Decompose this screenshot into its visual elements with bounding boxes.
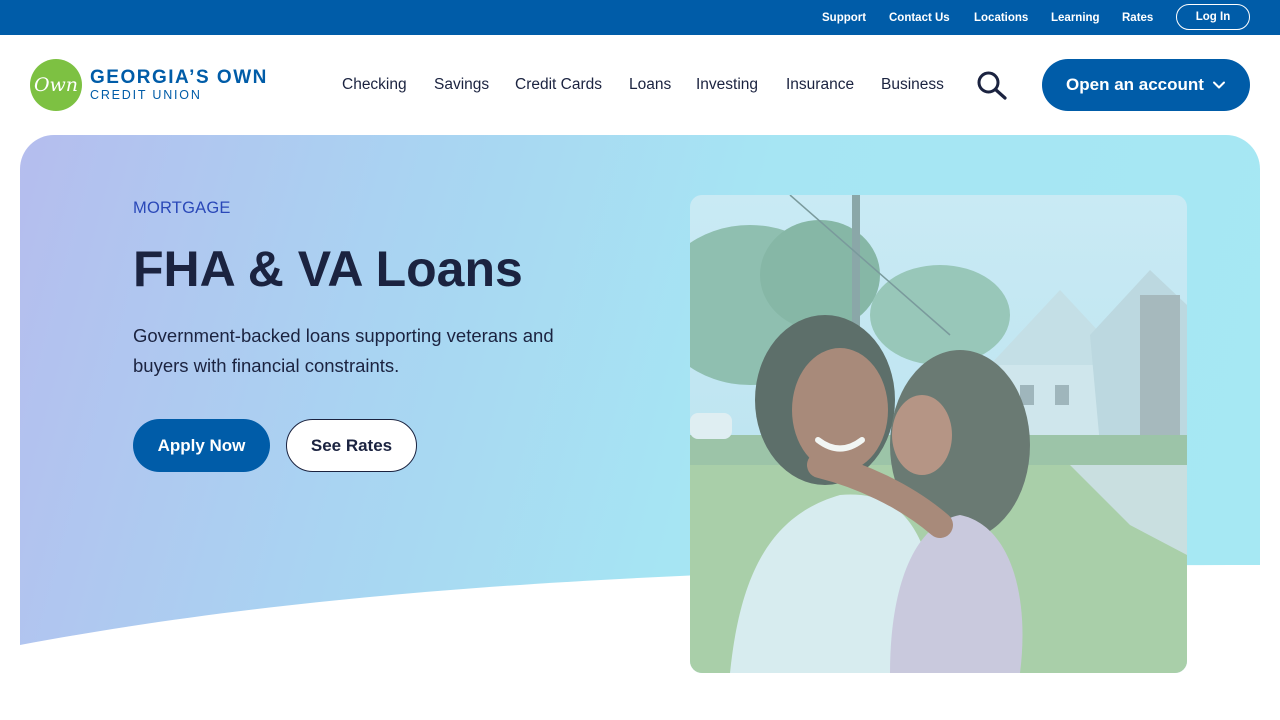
apply-now-button[interactable]: Apply Now (133, 419, 270, 472)
chevron-down-icon (1212, 81, 1225, 89)
hero-photo-mother-hugging-daughter (690, 195, 1187, 673)
nav-insurance[interactable]: Insurance (786, 76, 854, 94)
site-logo[interactable]: Own GEORGIA’S OWN CREDIT UNION (30, 59, 268, 111)
open-account-button[interactable]: Open an account (1042, 59, 1250, 111)
logo-subtitle: CREDIT UNION (90, 88, 202, 103)
nav-business[interactable]: Business (881, 76, 944, 94)
locations-link[interactable]: Locations (974, 12, 1028, 24)
nav-checking[interactable]: Checking (342, 76, 407, 94)
rates-link[interactable]: Rates (1122, 12, 1153, 24)
nav-savings[interactable]: Savings (434, 76, 489, 94)
utility-bar: Support Contact Us Locations Learning Ra… (0, 0, 1280, 35)
page-title: FHA & VA Loans (133, 241, 523, 297)
hero-eyebrow: MORTGAGE (133, 199, 231, 217)
logo-title: GEORGIA’S OWN (90, 67, 268, 89)
learning-link[interactable]: Learning (1051, 12, 1100, 24)
own-logo-mark: Own (30, 59, 82, 111)
contact-us-link[interactable]: Contact Us (889, 12, 950, 24)
support-link[interactable]: Support (822, 12, 866, 24)
nav-credit-cards[interactable]: Credit Cards (515, 76, 602, 94)
open-account-label: Open an account (1066, 75, 1204, 94)
log-in-button[interactable]: Log In (1176, 4, 1250, 30)
search-icon[interactable] (976, 70, 1008, 100)
nav-loans[interactable]: Loans (629, 76, 671, 94)
see-rates-button[interactable]: See Rates (286, 419, 417, 472)
hero-description: Government-backed loans supporting veter… (133, 325, 554, 376)
nav-investing[interactable]: Investing (696, 76, 758, 94)
